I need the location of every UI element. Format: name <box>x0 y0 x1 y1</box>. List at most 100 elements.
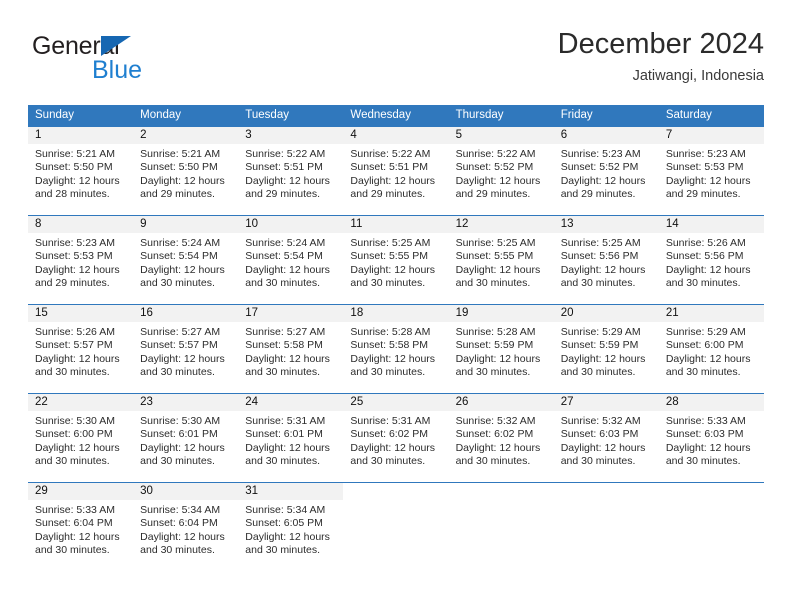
day-cell[interactable]: 21 Sunrise: 5:29 AM Sunset: 6:00 PM Dayl… <box>658 305 764 393</box>
daylight-text-line2: and 30 minutes. <box>665 366 741 379</box>
day-cell[interactable]: 12 Sunrise: 5:25 AM Sunset: 5:55 PM Dayl… <box>448 216 554 304</box>
daylight-text-line2: and 30 minutes. <box>35 366 110 379</box>
day-cell[interactable]: 25 Sunrise: 5:31 AM Sunset: 6:02 PM Dayl… <box>343 394 449 482</box>
weekday-header-friday: Friday <box>560 109 593 121</box>
week-row: 8 Sunrise: 5:23 AM Sunset: 5:53 PM Dayli… <box>28 215 764 304</box>
day-details: Sunrise: 5:22 AM Sunset: 5:52 PM Dayligh… <box>449 144 554 202</box>
sunset-text: Sunset: 6:01 PM <box>140 428 218 441</box>
day-details: Sunrise: 5:22 AM Sunset: 5:51 PM Dayligh… <box>238 144 343 202</box>
day-cell[interactable]: 8 Sunrise: 5:23 AM Sunset: 5:53 PM Dayli… <box>28 216 134 304</box>
day-details: Sunrise: 5:32 AM Sunset: 6:02 PM Dayligh… <box>449 411 554 469</box>
day-cell[interactable]: 5 Sunrise: 5:22 AM Sunset: 5:52 PM Dayli… <box>448 127 554 215</box>
day-number: 21 <box>658 305 764 322</box>
day-number <box>659 483 764 500</box>
sunrise-text: Sunrise: 5:24 AM <box>245 237 326 249</box>
day-number: 3 <box>238 127 344 144</box>
sunrise-text: Sunrise: 5:31 AM <box>245 415 326 427</box>
day-cell[interactable]: 15 Sunrise: 5:26 AM Sunset: 5:57 PM Dayl… <box>28 305 134 393</box>
day-cell[interactable]: 14 Sunrise: 5:26 AM Sunset: 5:56 PM Dayl… <box>658 216 764 304</box>
day-details: Sunrise: 5:26 AM Sunset: 5:57 PM Dayligh… <box>28 322 133 380</box>
page-header: General Blue December 2024 Jatiwangi, In… <box>28 26 764 98</box>
day-number: 1 <box>28 127 134 144</box>
day-details: Sunrise: 5:31 AM Sunset: 6:01 PM Dayligh… <box>238 411 343 469</box>
day-cell[interactable]: 4 Sunrise: 5:22 AM Sunset: 5:51 PM Dayli… <box>343 127 449 215</box>
day-cell[interactable]: 22 Sunrise: 5:30 AM Sunset: 6:00 PM Dayl… <box>28 394 134 482</box>
day-cell[interactable]: 1 Sunrise: 5:21 AM Sunset: 5:50 PM Dayli… <box>28 127 134 215</box>
sunset-text: Sunset: 5:52 PM <box>455 161 534 174</box>
day-number: 7 <box>658 127 764 144</box>
sunrise-text: Sunrise: 5:29 AM <box>665 326 746 338</box>
sunset-text: Sunset: 5:51 PM <box>350 161 429 174</box>
day-cell[interactable]: 10 Sunrise: 5:24 AM Sunset: 5:54 PM Dayl… <box>238 216 344 304</box>
sunset-text: Sunset: 5:54 PM <box>140 250 218 263</box>
daylight-text-line2: and 30 minutes. <box>560 277 636 290</box>
day-details: Sunrise: 5:27 AM Sunset: 5:58 PM Dayligh… <box>238 322 343 380</box>
daylight-text-line2: and 29 minutes. <box>455 188 531 201</box>
day-cell[interactable]: 24 Sunrise: 5:31 AM Sunset: 6:01 PM Dayl… <box>238 394 344 482</box>
week-row: 15 Sunrise: 5:26 AM Sunset: 5:57 PM Dayl… <box>28 304 764 393</box>
day-details: Sunrise: 5:33 AM Sunset: 6:04 PM Dayligh… <box>28 500 133 558</box>
daylight-text-line2: and 30 minutes. <box>665 277 741 290</box>
daylight-text-line2: and 30 minutes. <box>140 277 215 290</box>
day-details: Sunrise: 5:28 AM Sunset: 5:58 PM Dayligh… <box>343 322 448 380</box>
day-cell[interactable]: 6 Sunrise: 5:23 AM Sunset: 5:52 PM Dayli… <box>553 127 659 215</box>
page-title: December 2024 <box>557 28 764 60</box>
day-cell[interactable]: 16 Sunrise: 5:27 AM Sunset: 5:57 PM Dayl… <box>133 305 239 393</box>
day-cell[interactable]: 31 Sunrise: 5:34 AM Sunset: 6:05 PM Dayl… <box>238 483 344 571</box>
sunset-text: Sunset: 6:02 PM <box>350 428 429 441</box>
day-cell[interactable]: 29 Sunrise: 5:33 AM Sunset: 6:04 PM Dayl… <box>28 483 134 571</box>
day-cell[interactable]: 17 Sunrise: 5:27 AM Sunset: 5:58 PM Dayl… <box>238 305 344 393</box>
day-details: Sunrise: 5:28 AM Sunset: 5:59 PM Dayligh… <box>449 322 554 380</box>
daylight-text-line1: Daylight: 12 hours <box>455 441 541 454</box>
day-number: 29 <box>28 483 134 500</box>
day-cell[interactable]: 20 Sunrise: 5:29 AM Sunset: 5:59 PM Dayl… <box>553 305 659 393</box>
sunrise-text: Sunrise: 5:32 AM <box>455 415 536 427</box>
day-cell[interactable]: 26 Sunrise: 5:32 AM Sunset: 6:02 PM Dayl… <box>448 394 554 482</box>
day-number: 2 <box>133 127 239 144</box>
day-number: 16 <box>133 305 239 322</box>
day-number: 13 <box>553 216 659 233</box>
day-cell[interactable]: 2 Sunrise: 5:21 AM Sunset: 5:50 PM Dayli… <box>133 127 239 215</box>
daylight-text-line2: and 30 minutes. <box>245 455 320 468</box>
day-cell[interactable]: 11 Sunrise: 5:25 AM Sunset: 5:55 PM Dayl… <box>343 216 449 304</box>
daylight-text-line1: Daylight: 12 hours <box>35 530 120 543</box>
day-cell[interactable]: 28 Sunrise: 5:33 AM Sunset: 6:03 PM Dayl… <box>658 394 764 482</box>
general-blue-logo[interactable]: General Blue <box>32 32 212 88</box>
daylight-text-line1: Daylight: 12 hours <box>455 352 541 365</box>
weekday-header-row: Sunday Monday Tuesday Wednesday Thursday… <box>28 105 764 126</box>
daylight-text-line2: and 29 minutes. <box>245 188 320 201</box>
day-cell[interactable]: 13 Sunrise: 5:25 AM Sunset: 5:56 PM Dayl… <box>553 216 659 304</box>
daylight-text-line2: and 29 minutes. <box>560 188 636 201</box>
sunrise-text: Sunrise: 5:25 AM <box>560 237 641 249</box>
day-cell[interactable]: 18 Sunrise: 5:28 AM Sunset: 5:58 PM Dayl… <box>343 305 449 393</box>
day-cell[interactable]: 27 Sunrise: 5:32 AM Sunset: 6:03 PM Dayl… <box>553 394 659 482</box>
day-details: Sunrise: 5:27 AM Sunset: 5:57 PM Dayligh… <box>133 322 238 380</box>
day-details: Sunrise: 5:21 AM Sunset: 5:50 PM Dayligh… <box>133 144 238 202</box>
daylight-text-line1: Daylight: 12 hours <box>350 441 436 454</box>
sunset-text: Sunset: 5:57 PM <box>140 339 218 352</box>
day-cell[interactable]: 30 Sunrise: 5:34 AM Sunset: 6:04 PM Dayl… <box>133 483 239 571</box>
daylight-text-line2: and 30 minutes. <box>35 455 110 468</box>
sunrise-text: Sunrise: 5:29 AM <box>560 326 641 338</box>
sunrise-text: Sunrise: 5:22 AM <box>245 148 326 160</box>
daylight-text-line1: Daylight: 12 hours <box>140 441 225 454</box>
daylight-text-line2: and 30 minutes. <box>455 277 531 290</box>
day-details: Sunrise: 5:23 AM Sunset: 5:53 PM Dayligh… <box>659 144 764 202</box>
day-number: 17 <box>238 305 344 322</box>
day-cell[interactable]: 7 Sunrise: 5:23 AM Sunset: 5:53 PM Dayli… <box>658 127 764 215</box>
day-cell[interactable]: 9 Sunrise: 5:24 AM Sunset: 5:54 PM Dayli… <box>133 216 239 304</box>
daylight-text-line2: and 29 minutes. <box>665 188 741 201</box>
sunrise-text: Sunrise: 5:28 AM <box>350 326 431 338</box>
day-number: 10 <box>238 216 344 233</box>
sunset-text: Sunset: 5:53 PM <box>35 250 113 263</box>
daylight-text-line2: and 30 minutes. <box>35 544 110 557</box>
day-cell[interactable]: 3 Sunrise: 5:22 AM Sunset: 5:51 PM Dayli… <box>238 127 344 215</box>
sunrise-text: Sunrise: 5:22 AM <box>455 148 536 160</box>
day-details: Sunrise: 5:30 AM Sunset: 6:01 PM Dayligh… <box>133 411 238 469</box>
sunset-text: Sunset: 5:57 PM <box>35 339 113 352</box>
sunset-text: Sunset: 5:58 PM <box>350 339 429 352</box>
day-cell[interactable]: 23 Sunrise: 5:30 AM Sunset: 6:01 PM Dayl… <box>133 394 239 482</box>
day-cell[interactable]: 19 Sunrise: 5:28 AM Sunset: 5:59 PM Dayl… <box>448 305 554 393</box>
daylight-text-line1: Daylight: 12 hours <box>140 263 225 276</box>
day-details: Sunrise: 5:22 AM Sunset: 5:51 PM Dayligh… <box>343 144 448 202</box>
